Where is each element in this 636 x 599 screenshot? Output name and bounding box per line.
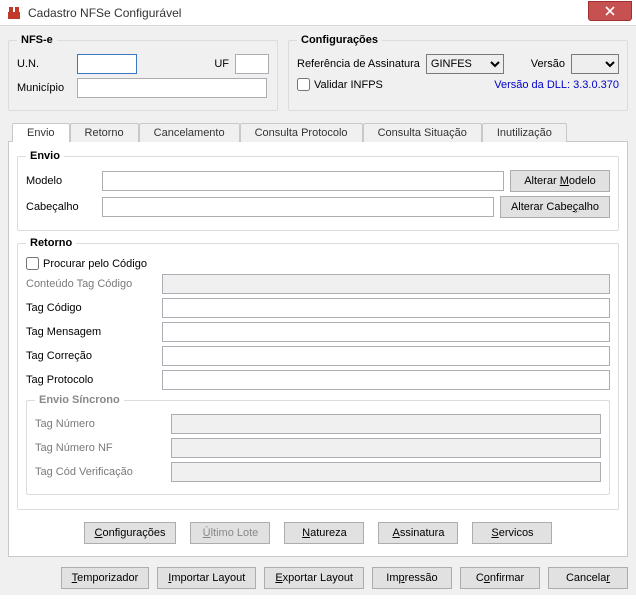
procurar-codigo-input[interactable] xyxy=(26,257,39,270)
conteudo-tag-codigo-input xyxy=(162,274,610,294)
cabecalho-input[interactable] xyxy=(102,197,494,217)
tag-cod-verif-label: Tag Cód Verificação xyxy=(35,466,165,478)
municipio-input[interactable] xyxy=(77,78,267,98)
tag-numero-input xyxy=(171,414,601,434)
retorno-legend: Retorno xyxy=(26,237,76,249)
validar-infps-input[interactable] xyxy=(297,78,310,91)
envio-sincrono-legend: Envio Síncrono xyxy=(35,394,124,406)
tag-correcao-label: Tag Correção xyxy=(26,350,156,362)
modelo-label: Modelo xyxy=(26,175,96,187)
window-title: Cadastro NFSe Configurável xyxy=(28,6,181,20)
un-input[interactable] xyxy=(77,54,137,74)
tab-cancelamento[interactable]: Cancelamento xyxy=(139,123,240,142)
tag-codigo-input[interactable] xyxy=(162,298,610,318)
versao-select[interactable] xyxy=(571,54,619,74)
modelo-input[interactable] xyxy=(102,171,504,191)
nfse-legend: NFS-e xyxy=(17,34,57,46)
tab-control: Envio Retorno Cancelamento Consulta Prot… xyxy=(8,119,628,557)
servicos-button[interactable]: Servicos xyxy=(472,522,552,544)
confirmar-button[interactable]: Confirmar xyxy=(460,567,540,589)
cabecalho-label: Cabeçalho xyxy=(26,201,96,213)
ref-assinatura-select[interactable]: GINFES xyxy=(426,54,504,74)
tag-protocolo-label: Tag Protocolo xyxy=(26,374,156,386)
tab-inutilizacao[interactable]: Inutilização xyxy=(482,123,567,142)
impressao-button[interactable]: Impressão xyxy=(372,567,452,589)
conteudo-tag-codigo-label: Conteúdo Tag Código xyxy=(26,278,156,290)
dll-version: Versão da DLL: 3.3.0.370 xyxy=(494,79,619,91)
envio-group: Envio Modelo Alterar Modelo Cabeçalho Al… xyxy=(17,150,619,231)
config-legend: Configurações xyxy=(297,34,382,46)
retorno-group: Retorno Procurar pelo Código Conteúdo Ta… xyxy=(17,237,619,510)
temporizador-button[interactable]: Temporizador xyxy=(61,567,150,589)
tag-codigo-label: Tag Código xyxy=(26,302,156,314)
tag-numero-nf-label: Tag Número NF xyxy=(35,442,165,454)
envio-legend: Envio xyxy=(26,150,64,162)
nfse-group: NFS-e U.N. UF Município xyxy=(8,34,278,111)
tag-protocolo-input[interactable] xyxy=(162,370,610,390)
ultimo-lote-button: Último Lote xyxy=(190,522,270,544)
tag-cod-verif-input xyxy=(171,462,601,482)
validar-infps-checkbox[interactable]: Validar INFPS xyxy=(297,78,383,91)
municipio-label: Município xyxy=(17,82,71,94)
titlebar: Cadastro NFSe Configurável xyxy=(0,0,636,26)
uf-label: UF xyxy=(214,58,229,70)
tag-numero-label: Tag Número xyxy=(35,418,165,430)
alterar-cabecalho-button[interactable]: Alterar Cabeçalho xyxy=(500,196,610,218)
tag-correcao-input[interactable] xyxy=(162,346,610,366)
tab-consulta-protocolo[interactable]: Consulta Protocolo xyxy=(240,123,363,142)
config-group: Configurações Referência de Assinatura G… xyxy=(288,34,628,111)
cancelar-button[interactable]: Cancelar xyxy=(548,567,628,589)
tab-strip: Envio Retorno Cancelamento Consulta Prot… xyxy=(8,119,628,141)
versao-label: Versão xyxy=(531,58,565,70)
configuracoes-button[interactable]: Configurações xyxy=(84,522,177,544)
alterar-modelo-button[interactable]: Alterar Modelo xyxy=(510,170,610,192)
importar-layout-button[interactable]: Importar Layout xyxy=(157,567,256,589)
close-button[interactable] xyxy=(588,1,632,21)
envio-sincrono-group: Envio Síncrono Tag Número Tag Número NF … xyxy=(26,394,610,495)
tab-envio[interactable]: Envio xyxy=(12,123,70,142)
tag-mensagem-label: Tag Mensagem xyxy=(26,326,156,338)
tab-body: Envio Modelo Alterar Modelo Cabeçalho Al… xyxy=(8,141,628,557)
tab-button-bar: Configurações Último Lote Natureza Assin… xyxy=(17,516,619,546)
un-label: U.N. xyxy=(17,58,71,70)
tag-numero-nf-input xyxy=(171,438,601,458)
procurar-codigo-checkbox[interactable]: Procurar pelo Código xyxy=(26,257,147,270)
ref-assinatura-label: Referência de Assinatura xyxy=(297,58,420,70)
tab-retorno[interactable]: Retorno xyxy=(70,123,139,142)
natureza-button[interactable]: Natureza xyxy=(284,522,364,544)
tag-mensagem-input[interactable] xyxy=(162,322,610,342)
tab-consulta-situacao[interactable]: Consulta Situação xyxy=(363,123,482,142)
procurar-codigo-label: Procurar pelo Código xyxy=(43,258,147,270)
exportar-layout-button[interactable]: Exportar Layout xyxy=(264,567,364,589)
assinatura-button[interactable]: Assinatura xyxy=(378,522,458,544)
uf-input[interactable] xyxy=(235,54,269,74)
app-icon xyxy=(6,5,22,21)
bottom-button-bar: Temporizador Importar Layout Exportar La… xyxy=(0,561,636,595)
validar-infps-label: Validar INFPS xyxy=(314,79,383,91)
